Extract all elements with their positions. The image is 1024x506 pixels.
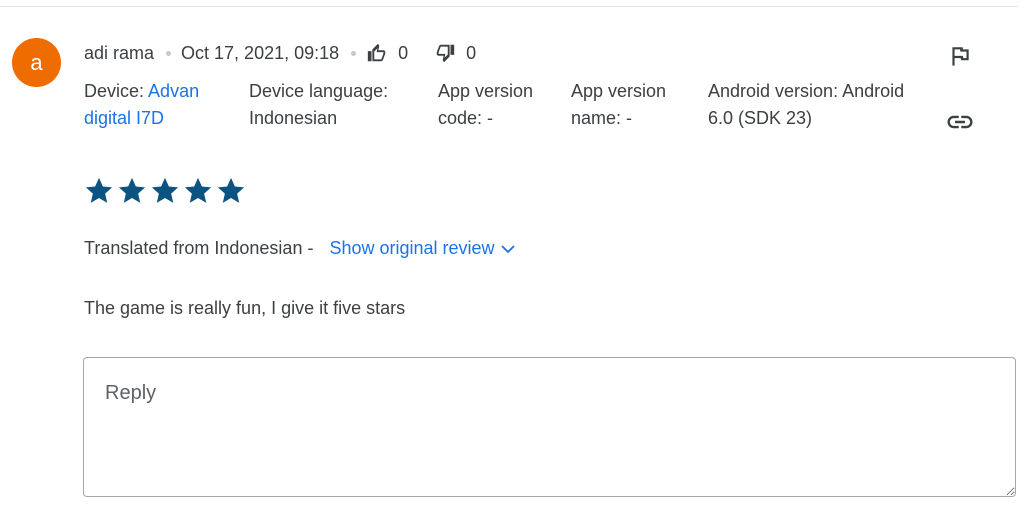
star-icon <box>118 177 146 203</box>
chevron-down-icon <box>500 244 515 253</box>
device-label: Device: <box>84 81 145 101</box>
avatar-letter: a <box>30 49 43 75</box>
device-language-label: Device language: <box>249 81 389 101</box>
flag-icon <box>952 47 969 66</box>
android-version-label: Android version: Android <box>708 81 905 101</box>
star-icon <box>151 177 179 203</box>
app-version-name-info: App version name: - <box>571 78 666 132</box>
thumbs-down-button[interactable]: 0 <box>434 42 476 64</box>
device-language-info: Device language: Indonesian <box>249 78 388 132</box>
thumbs-down-icon <box>436 44 455 63</box>
thumbs-up-count: 0 <box>398 42 409 63</box>
review-text: The game is really fun, I give it five s… <box>84 298 406 318</box>
app-version-code-value: code: - <box>438 108 494 128</box>
app-version-name-label: App version <box>571 81 667 101</box>
link-icon <box>947 115 973 129</box>
star-icon <box>85 177 113 203</box>
app-version-code-label: App version <box>438 81 534 101</box>
thumbs-up-icon <box>367 43 386 62</box>
app-version-code-info: App version code: - <box>438 78 533 132</box>
translation-notice: Translated from Indonesian - Show origin… <box>84 238 517 259</box>
device-link-line2[interactable]: digital I7D <box>84 108 164 128</box>
copy-link-button[interactable] <box>945 107 975 142</box>
show-original-button[interactable]: Show original review <box>329 238 516 259</box>
separator-dot <box>166 50 172 56</box>
device-info: Device: Advan digital I7D <box>84 78 199 132</box>
separator-dot <box>351 50 357 56</box>
star-icon <box>217 177 245 203</box>
avatar: a <box>12 38 61 87</box>
top-divider <box>0 6 1018 7</box>
translated-label: Translated from Indonesian - <box>84 238 314 258</box>
review-meta: adi rama Oct 17, 2021, 09:18 0 0 <box>84 40 476 66</box>
author-name: adi rama <box>84 42 155 63</box>
show-original-label: Show original review <box>329 238 495 258</box>
star-icon <box>184 177 212 203</box>
reply-input[interactable] <box>83 357 1016 497</box>
device-link[interactable]: Advan <box>148 81 199 101</box>
report-button[interactable] <box>947 44 973 75</box>
thumbs-down-count: 0 <box>466 42 477 63</box>
android-version-value: 6.0 (SDK 23) <box>708 108 813 128</box>
app-version-name-value: name: - <box>571 108 633 128</box>
star-rating <box>84 176 249 206</box>
device-language-value: Indonesian <box>249 108 338 128</box>
thumbs-up-button[interactable]: 0 <box>366 42 408 64</box>
review-date: Oct 17, 2021, 09:18 <box>181 42 340 63</box>
android-version-info: Android version: Android 6.0 (SDK 23) <box>708 78 904 132</box>
